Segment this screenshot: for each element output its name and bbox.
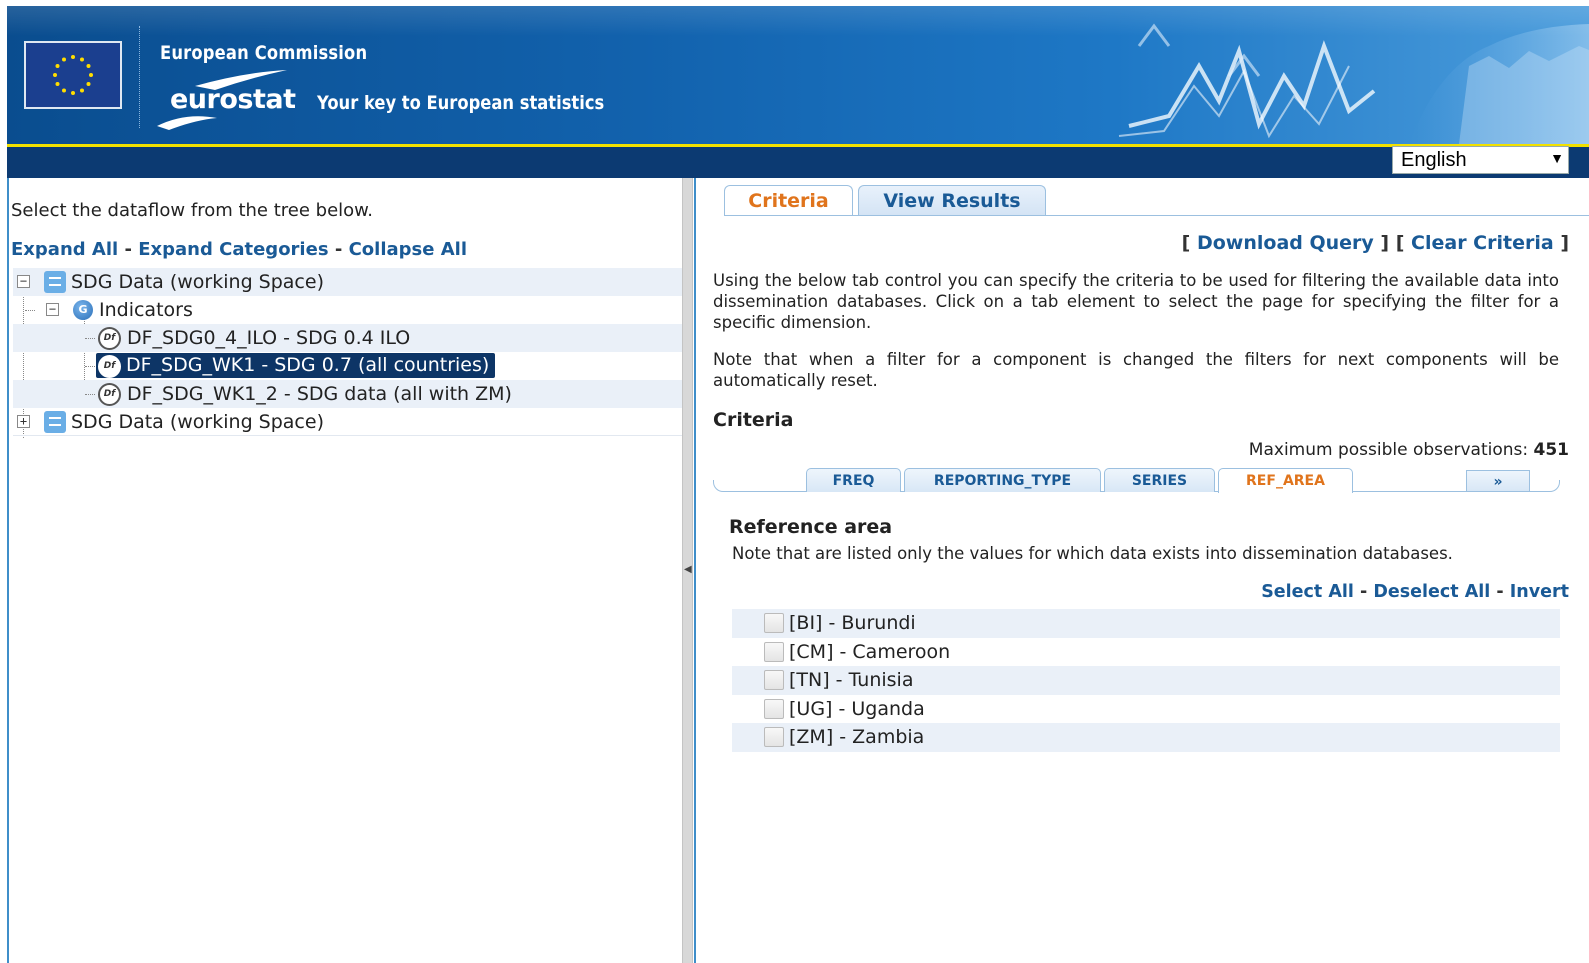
area-checkbox[interactable] <box>764 641 784 662</box>
tab-freq[interactable]: FREQ <box>806 468 901 492</box>
link-separator: - <box>124 239 132 260</box>
dataflow-tree-panel: Select the dataflow from the tree below.… <box>7 178 683 963</box>
dataflow-icon: Df <box>98 383 121 406</box>
reference-area-note: Note that are listed only the values for… <box>732 544 1453 563</box>
collapse-toggle-icon[interactable]: − <box>17 275 30 288</box>
dimension-tabs: FREQ REPORTING_TYPE SERIES REF_AREA » <box>713 466 1560 493</box>
area-checkbox[interactable] <box>764 727 784 747</box>
tree-node-label: SDG Data (working Space) <box>71 411 324 433</box>
criteria-heading: Criteria <box>713 409 794 431</box>
max-observations-label: Maximum possible observations: <box>1248 440 1529 460</box>
select-all-link[interactable]: Select All <box>1261 582 1354 602</box>
page: European Commission eurostat Your key to… <box>0 0 1589 963</box>
tree-node-label: DF_SDG_WK1_2 - SDG data (all with ZM) <box>127 383 512 405</box>
tagline: Your key to European statistics <box>317 92 605 114</box>
language-select[interactable]: English ▼ <box>1392 146 1569 174</box>
tree-node-dataflow[interactable]: Df DF_SDG_WK1_2 - SDG data (all with ZM) <box>13 380 683 408</box>
tab-baseline <box>724 215 1589 216</box>
tab-criteria[interactable]: Criteria <box>724 185 853 216</box>
tree-node-dataflow-selected[interactable]: DF_SDG_WK1 - SDG 0.7 (all countries) Df <box>13 352 683 380</box>
reset-note: Note that when a filter for a component … <box>713 350 1559 390</box>
tree-node-label: DF_SDG0_4_ILO - SDG 0.4 ILO <box>127 327 411 349</box>
tree-node-label: SDG Data (working Space) <box>71 271 324 293</box>
header-banner: European Commission eurostat Your key to… <box>7 6 1589 144</box>
area-label: [BI] - Burundi <box>789 612 916 634</box>
list-item[interactable]: [BI] - Burundi <box>732 609 1560 638</box>
tree-connector <box>85 394 95 395</box>
dataflow-tree: − SDG Data (working Space) − G Indicator… <box>13 268 683 438</box>
tab-ref-area[interactable]: REF_AREA <box>1218 468 1353 493</box>
dataflow-icon: Df <box>98 355 121 378</box>
link-separator: - <box>1360 582 1368 602</box>
area-label: [ZM] - Zambia <box>789 726 925 748</box>
selection-links: Select All - Deselect All - Invert <box>1261 582 1569 602</box>
area-checkbox[interactable] <box>764 698 784 719</box>
reference-area-list: [BI] - Burundi [CM] - Cameroon [TN] - Tu… <box>732 609 1560 752</box>
expand-all-link[interactable]: Expand All <box>11 239 118 260</box>
tree-intro-text: Select the dataflow from the tree below. <box>11 200 373 221</box>
criteria-panel: Criteria View Results [ Download Query ]… <box>694 178 1589 963</box>
dropdown-arrow-icon: ▼ <box>1550 150 1564 166</box>
collapse-toggle-icon[interactable]: − <box>46 303 59 316</box>
chart-decoration-icon <box>1118 23 1589 144</box>
expand-categories-link[interactable]: Expand Categories <box>138 239 328 260</box>
banner-separator <box>139 26 140 128</box>
language-value: English <box>1401 149 1467 171</box>
tab-reporting-type[interactable]: REPORTING_TYPE <box>904 468 1101 492</box>
max-observations: Maximum possible observations: 451 <box>1249 440 1569 460</box>
category-icon: G <box>73 300 93 320</box>
category-scheme-icon <box>44 411 66 433</box>
area-label: [TN] - Tunisia <box>789 669 914 691</box>
clear-criteria-link[interactable]: Clear Criteria <box>1411 232 1554 254</box>
dataflow-icon: Df <box>98 327 121 350</box>
tree-connector <box>85 366 95 367</box>
tabs-more-button[interactable]: » <box>1466 470 1530 492</box>
deselect-all-link[interactable]: Deselect All <box>1373 582 1490 602</box>
download-query-link[interactable]: Download Query <box>1197 232 1374 254</box>
panel-splitter[interactable]: ◀ <box>682 178 693 963</box>
tab-view-results[interactable]: View Results <box>858 185 1046 215</box>
ec-title: European Commission <box>160 42 368 64</box>
eurostat-logo-text: eurostat <box>170 84 296 115</box>
list-item[interactable]: [TN] - Tunisia <box>732 666 1560 695</box>
max-observations-value: 451 <box>1533 440 1570 460</box>
category-scheme-icon <box>44 271 66 293</box>
list-item[interactable]: [UG] - Uganda <box>732 695 1560 724</box>
nav-strip <box>7 144 1589 178</box>
area-checkbox[interactable] <box>764 613 784 633</box>
tree-connector <box>85 338 95 339</box>
expand-toggle-icon[interactable]: + <box>17 415 30 428</box>
tree-node-root[interactable]: − SDG Data (working Space) <box>13 268 683 296</box>
collapse-arrow-icon[interactable]: ◀ <box>684 564 692 575</box>
bracket: [ <box>1181 232 1191 254</box>
tree-node-root[interactable]: + SDG Data (working Space) <box>13 408 683 436</box>
tree-node-label: Indicators <box>99 299 193 321</box>
collapse-all-link[interactable]: Collapse All <box>349 239 467 260</box>
invert-link[interactable]: Invert <box>1510 582 1569 602</box>
area-label: [CM] - Cameroon <box>789 640 951 663</box>
tree-node-category[interactable]: − G Indicators <box>13 296 683 324</box>
criteria-description: Using the below tab control you can spec… <box>713 271 1559 332</box>
area-label: [UG] - Uganda <box>789 697 925 720</box>
eu-flag-logo <box>24 41 122 109</box>
query-links: [ Download Query ] [ Clear Criteria ] <box>1182 232 1569 254</box>
area-checkbox[interactable] <box>764 670 784 690</box>
tree-expand-links: Expand All - Expand Categories - Collaps… <box>11 239 467 260</box>
link-separator: - <box>1496 582 1504 602</box>
tab-series[interactable]: SERIES <box>1104 468 1215 492</box>
selected-node-label: DF_SDG_WK1 - SDG 0.7 (all countries) <box>96 353 496 378</box>
tree-connector <box>25 310 35 311</box>
reference-area-title: Reference area <box>729 516 893 538</box>
list-item[interactable]: [CM] - Cameroon <box>732 638 1560 667</box>
link-separator: - <box>334 239 343 260</box>
bracket: ] <box>1560 232 1569 254</box>
tree-node-dataflow[interactable]: Df DF_SDG0_4_ILO - SDG 0.4 ILO <box>13 324 683 352</box>
bracket: ] [ <box>1380 232 1405 254</box>
list-item[interactable]: [ZM] - Zambia <box>732 723 1560 752</box>
